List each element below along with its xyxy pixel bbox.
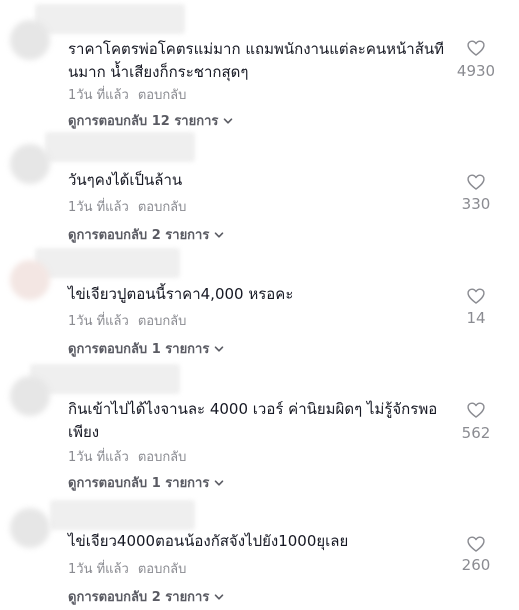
comment-item: วันๆคงได้เป็นล้าน 1วัน ที่แล้ว ตอบกลับ ดู… — [0, 132, 519, 246]
view-replies-button[interactable]: ดูการตอบกลับ 2 รายการ — [68, 586, 224, 607]
comment-list: ราคาโคตรพ่อโคตรแม่มาก แถมพนักงานแต่ละคนห… — [0, 0, 519, 610]
chevron-down-icon — [215, 345, 224, 352]
comment-item: ไข่เจียวปูตอนนี้ราคา4,000 หรอคะ 1วัน ที่… — [0, 246, 519, 360]
redacted-username — [30, 364, 180, 394]
heart-outline-icon[interactable] — [466, 38, 486, 58]
view-replies-label: ดูการตอบกลับ 1 รายการ — [68, 342, 210, 357]
heart-outline-icon[interactable] — [466, 172, 486, 192]
reply-button[interactable]: ตอบกลับ — [138, 88, 187, 103]
reply-button[interactable]: ตอบกลับ — [138, 562, 187, 577]
view-replies-label: ดูการตอบกลับ 1 รายการ — [68, 476, 210, 491]
reply-button[interactable]: ตอบกลับ — [138, 450, 187, 465]
avatar[interactable] — [10, 260, 50, 300]
avatar[interactable] — [10, 508, 50, 548]
view-replies-label: ดูการตอบกลับ 2 รายการ — [68, 228, 210, 243]
comment-meta: 1วัน ที่แล้ว ตอบกลับ — [68, 558, 186, 579]
heart-outline-icon[interactable] — [466, 286, 486, 306]
like-count: 14 — [466, 309, 486, 327]
view-replies-button[interactable]: ดูการตอบกลับ 1 รายการ — [68, 472, 224, 493]
comment-meta: 1วัน ที่แล้ว ตอบกลับ — [68, 84, 186, 105]
comment-time: 1วัน ที่แล้ว — [68, 200, 129, 215]
chevron-down-icon — [215, 479, 224, 486]
view-replies-button[interactable]: ดูการตอบกลับ 1 รายการ — [68, 338, 224, 359]
heart-outline-icon[interactable] — [466, 400, 486, 420]
comment-item: กินเข้าไปได้ไงจานละ 4000 เวอร์ ค่านิยมผิ… — [0, 360, 519, 494]
comment-time: 1วัน ที่แล้ว — [68, 88, 129, 103]
reply-button[interactable]: ตอบกลับ — [138, 200, 187, 215]
comment-time: 1วัน ที่แล้ว — [68, 450, 129, 465]
view-replies-label: ดูการตอบกลับ 12 รายการ — [68, 114, 219, 129]
avatar[interactable] — [10, 144, 50, 184]
comment-text: กินเข้าไปได้ไงจานละ 4000 เวอร์ ค่านิยมผิ… — [68, 400, 438, 441]
comment-item: ราคาโคตรพ่อโคตรแม่มาก แถมพนักงานแต่ละคนห… — [0, 0, 519, 134]
view-replies-button[interactable]: ดูการตอบกลับ 12 รายการ — [68, 110, 233, 131]
avatar[interactable] — [10, 376, 50, 416]
comment-text: ไข่เจียวปูตอนนี้ราคา4,000 หรอคะ — [68, 285, 294, 303]
comment-text: วันๆคงได้เป็นล้าน — [68, 171, 183, 189]
chevron-down-icon — [215, 593, 224, 600]
chevron-down-icon — [224, 117, 233, 124]
heart-outline-icon[interactable] — [466, 534, 486, 554]
reply-button[interactable]: ตอบกลับ — [138, 314, 187, 329]
comment-text: ไข่เจียว4000ตอนน้องกัสจังไปยัง1000ยุเลย — [68, 532, 349, 550]
redacted-username — [35, 248, 180, 278]
chevron-down-icon — [215, 231, 224, 238]
comment-text: ราคาโคตรพ่อโคตรแม่มาก แถมพนักงานแต่ละคนห… — [68, 40, 444, 81]
redacted-username — [45, 132, 195, 162]
comment-time: 1วัน ที่แล้ว — [68, 314, 129, 329]
avatar[interactable] — [10, 20, 50, 60]
like-count: 562 — [461, 424, 491, 442]
comment-item: ไข่เจียว4000ตอนน้องกัสจังไปยัง1000ยุเลย … — [0, 494, 519, 610]
like-count: 260 — [461, 556, 491, 574]
view-replies-label: ดูการตอบกลับ 2 รายการ — [68, 590, 210, 605]
comment-meta: 1วัน ที่แล้ว ตอบกลับ — [68, 196, 186, 217]
redacted-username — [35, 4, 185, 34]
comment-meta: 1วัน ที่แล้ว ตอบกลับ — [68, 310, 186, 331]
redacted-username — [50, 500, 195, 530]
view-replies-button[interactable]: ดูการตอบกลับ 2 รายการ — [68, 224, 224, 245]
like-count: 330 — [461, 195, 491, 213]
like-count: 4930 — [456, 62, 496, 80]
comment-time: 1วัน ที่แล้ว — [68, 562, 129, 577]
comment-meta: 1วัน ที่แล้ว ตอบกลับ — [68, 446, 186, 467]
